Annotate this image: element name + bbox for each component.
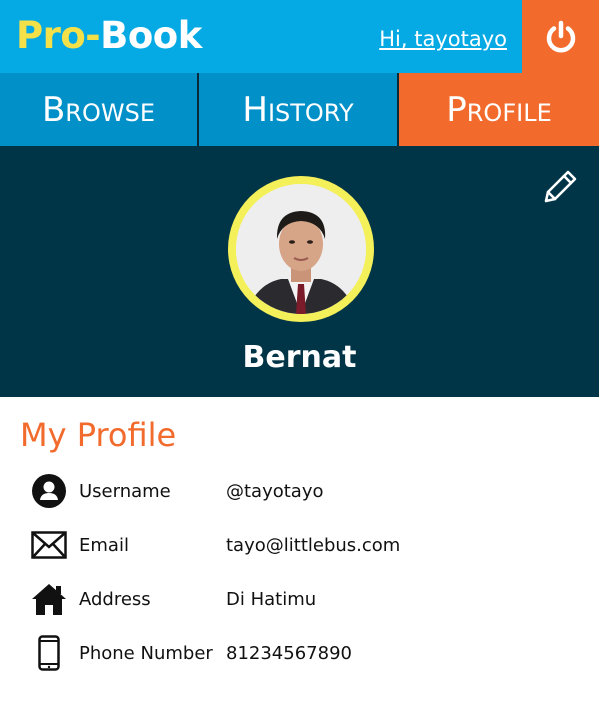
avatar — [236, 184, 366, 314]
power-icon — [546, 20, 575, 52]
email-value: tayo@littlebus.com — [226, 535, 401, 556]
tab-profile-label: Profile — [446, 89, 552, 130]
phone-label: Phone Number — [79, 643, 213, 664]
address-value: Di Hatimu — [226, 589, 317, 610]
app-logo[interactable]: Pro-Book — [16, 14, 202, 58]
profile-field-username: Username @tayotayo — [0, 471, 599, 511]
user-greeting-link[interactable]: Hi, tayotayo — [379, 27, 507, 51]
username-value: @tayotayo — [226, 481, 324, 502]
phone-icon — [30, 635, 68, 671]
app-header: Pro-Book Hi, tayotayo — [0, 0, 599, 73]
edit-profile-button[interactable] — [538, 165, 582, 209]
pencil-icon — [544, 170, 577, 203]
address-label: Address — [79, 589, 151, 610]
tab-browse-label: Browse — [41, 89, 156, 130]
profile-field-email: Email tayo@littlebus.com — [0, 525, 599, 565]
profile-field-phone: Phone Number 81234567890 — [0, 633, 599, 673]
main-nav: Browse History Profile — [0, 73, 599, 146]
section-title: My Profile — [20, 416, 177, 454]
logo-pro-text: Pro — [16, 14, 86, 57]
logout-button[interactable] — [522, 0, 599, 73]
logo-book-text: Book — [100, 14, 202, 57]
tab-history-label: History — [242, 89, 354, 130]
logo-dash-text: - — [85, 14, 101, 57]
tab-history[interactable]: History — [199, 73, 399, 146]
home-icon — [30, 581, 68, 617]
profile-field-address: Address Di Hatimu — [0, 579, 599, 619]
avatar-photo — [236, 184, 366, 314]
envelope-icon — [30, 527, 68, 563]
email-label: Email — [79, 535, 129, 556]
username-label: Username — [79, 481, 171, 502]
tab-browse[interactable]: Browse — [0, 73, 199, 146]
tab-profile[interactable]: Profile — [399, 73, 599, 146]
profile-name: Bernat — [242, 340, 357, 375]
phone-value: 81234567890 — [226, 643, 352, 664]
user-icon — [30, 473, 68, 509]
